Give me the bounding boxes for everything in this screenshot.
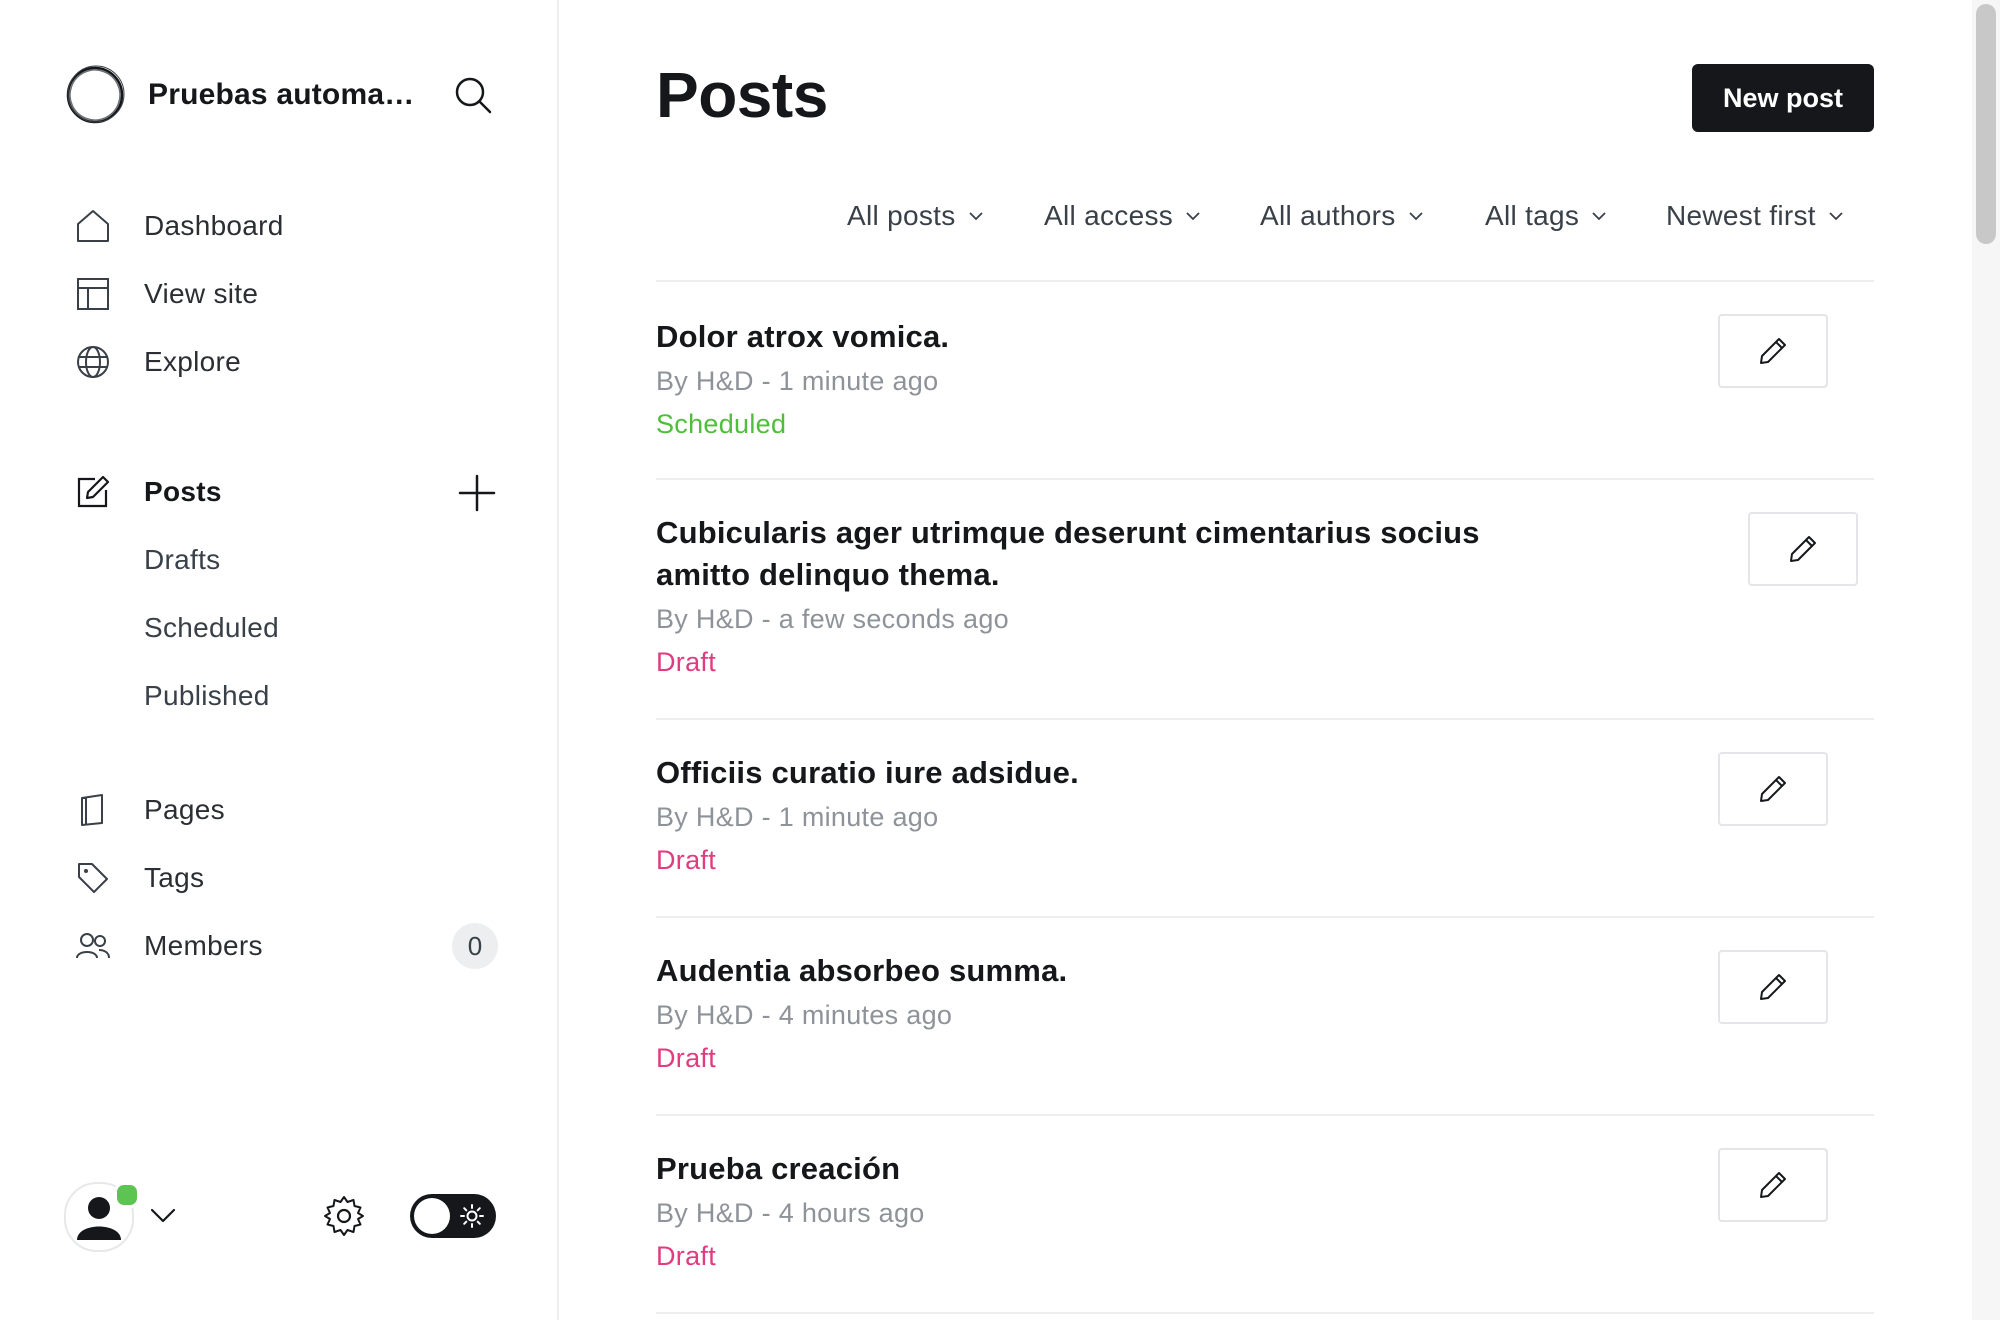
post-row[interactable]: Officiis curatio iure adsidue. By H&D - … (656, 718, 1874, 918)
filter-tags[interactable]: All tags (1485, 200, 1607, 232)
nav-item-members[interactable]: Members (74, 922, 504, 970)
edit-post-button[interactable] (1718, 1148, 1828, 1222)
nav-subitem-scheduled[interactable]: Scheduled (144, 612, 279, 644)
filter-label: Newest first (1666, 200, 1816, 231)
chevron-down-icon (1829, 212, 1843, 221)
nav-label: View site (144, 278, 259, 309)
filter-label: All access (1044, 200, 1174, 231)
nav-label: Dashboard (144, 210, 284, 241)
page-icon (74, 791, 112, 829)
pencil-icon (1760, 776, 1786, 802)
post-row[interactable]: Audentia absorbeo summa. By H&D - 4 minu… (656, 916, 1874, 1116)
filter-bar: All posts All access All authors All tag… (559, 200, 1874, 248)
chevron-down-icon[interactable] (148, 1200, 178, 1230)
tag-icon (74, 859, 112, 897)
nav-label: Pages (144, 794, 225, 825)
chevron-down-icon (968, 212, 983, 221)
home-icon (74, 207, 112, 245)
theme-toggle[interactable] (410, 1194, 496, 1238)
post-meta: By H&D - 4 minutes ago (656, 1000, 953, 1030)
scrollbar-thumb[interactable] (1976, 4, 1996, 244)
layout-icon (74, 275, 112, 313)
post-status: Draft (656, 1241, 717, 1271)
nav-item-pages[interactable]: Pages (74, 786, 504, 834)
pencil-icon (1760, 1172, 1786, 1198)
post-title[interactable]: Audentia absorbeo summa. (656, 950, 1556, 992)
edit-post-button[interactable] (1718, 950, 1828, 1024)
post-title[interactable]: Prueba creación (656, 1148, 1556, 1190)
add-post-icon[interactable] (456, 472, 498, 514)
filter-access[interactable]: All access (1044, 200, 1201, 232)
edit-post-button[interactable] (1718, 752, 1828, 826)
filter-post-type[interactable]: All posts (847, 200, 984, 232)
pencil-icon (1760, 974, 1786, 1000)
post-row[interactable]: Dolor atrox vomica. By H&D - 1 minute ag… (656, 280, 1874, 480)
post-meta: By H&D - a few seconds ago (656, 604, 1009, 634)
post-list-end-divider (656, 1312, 1874, 1324)
post-meta: By H&D - 4 hours ago (656, 1198, 925, 1228)
filter-label: All tags (1485, 200, 1580, 231)
chevron-down-icon (1592, 212, 1606, 221)
nav-label: Members (144, 930, 263, 961)
post-status: Scheduled (656, 409, 787, 439)
nav-label: Tags (144, 862, 205, 893)
nav-item-tags[interactable]: Tags (74, 854, 504, 902)
nav-subitem-drafts[interactable]: Drafts (144, 544, 220, 576)
chevron-down-icon (1408, 212, 1423, 221)
gear-icon[interactable] (322, 1194, 366, 1238)
pencil-icon (1760, 338, 1786, 364)
edit-post-button[interactable] (1748, 512, 1858, 586)
post-meta: By H&D - 1 minute ago (656, 366, 939, 396)
globe-icon (74, 343, 112, 381)
site-logo-icon (66, 65, 125, 124)
toggle-knob (414, 1198, 450, 1234)
site-brand[interactable]: Pruebas automatizadas (64, 64, 418, 126)
post-title[interactable]: Dolor atrox vomica. (656, 316, 1556, 358)
nav-item-dashboard[interactable]: Dashboard (74, 202, 504, 250)
pencil-square-icon (74, 473, 112, 511)
main-content: Posts New post All posts All access All … (559, 0, 2000, 1320)
post-status: Draft (656, 647, 717, 677)
filter-label: All authors (1260, 200, 1396, 231)
post-title[interactable]: Officiis curatio iure adsidue. (656, 752, 1556, 794)
nav-label: Explore (144, 346, 242, 377)
page-title: Posts (656, 59, 828, 131)
post-status: Draft (656, 1043, 717, 1073)
search-icon[interactable] (452, 74, 494, 116)
site-name: Pruebas automatizadas (148, 78, 418, 111)
members-count-badge: 0 (452, 923, 498, 969)
post-row[interactable]: Cubicularis ager utrimque deserunt cimen… (656, 478, 1874, 720)
chevron-down-icon (1186, 212, 1200, 221)
online-status-dot (114, 1182, 140, 1208)
nav-item-view-site[interactable]: View site (74, 270, 504, 318)
new-post-button[interactable]: New post (1692, 64, 1874, 132)
post-status: Draft (656, 845, 717, 875)
filter-sort-order[interactable]: Newest first (1666, 200, 1844, 232)
post-row[interactable]: Prueba creación By H&D - 4 hours ago Dra… (656, 1114, 1874, 1314)
post-title[interactable]: Cubicularis ager utrimque deserunt cimen… (656, 512, 1556, 596)
filter-label: All posts (847, 200, 956, 231)
edit-post-button[interactable] (1718, 314, 1828, 388)
pencil-icon (1790, 536, 1816, 562)
members-icon (74, 927, 112, 965)
sidebar: Pruebas automatizadas Dashboard View sit… (0, 0, 559, 1320)
nav-subitem-published[interactable]: Published (144, 680, 270, 712)
post-meta: By H&D - 1 minute ago (656, 802, 939, 832)
filter-authors[interactable]: All authors (1260, 200, 1424, 232)
vertical-scrollbar[interactable] (1972, 0, 2000, 1320)
nav-item-explore[interactable]: Explore (74, 338, 504, 386)
sun-icon (460, 1204, 484, 1228)
nav-label: Posts (144, 476, 222, 507)
user-bar (64, 1178, 504, 1252)
nav-item-posts[interactable]: Posts (74, 468, 504, 516)
